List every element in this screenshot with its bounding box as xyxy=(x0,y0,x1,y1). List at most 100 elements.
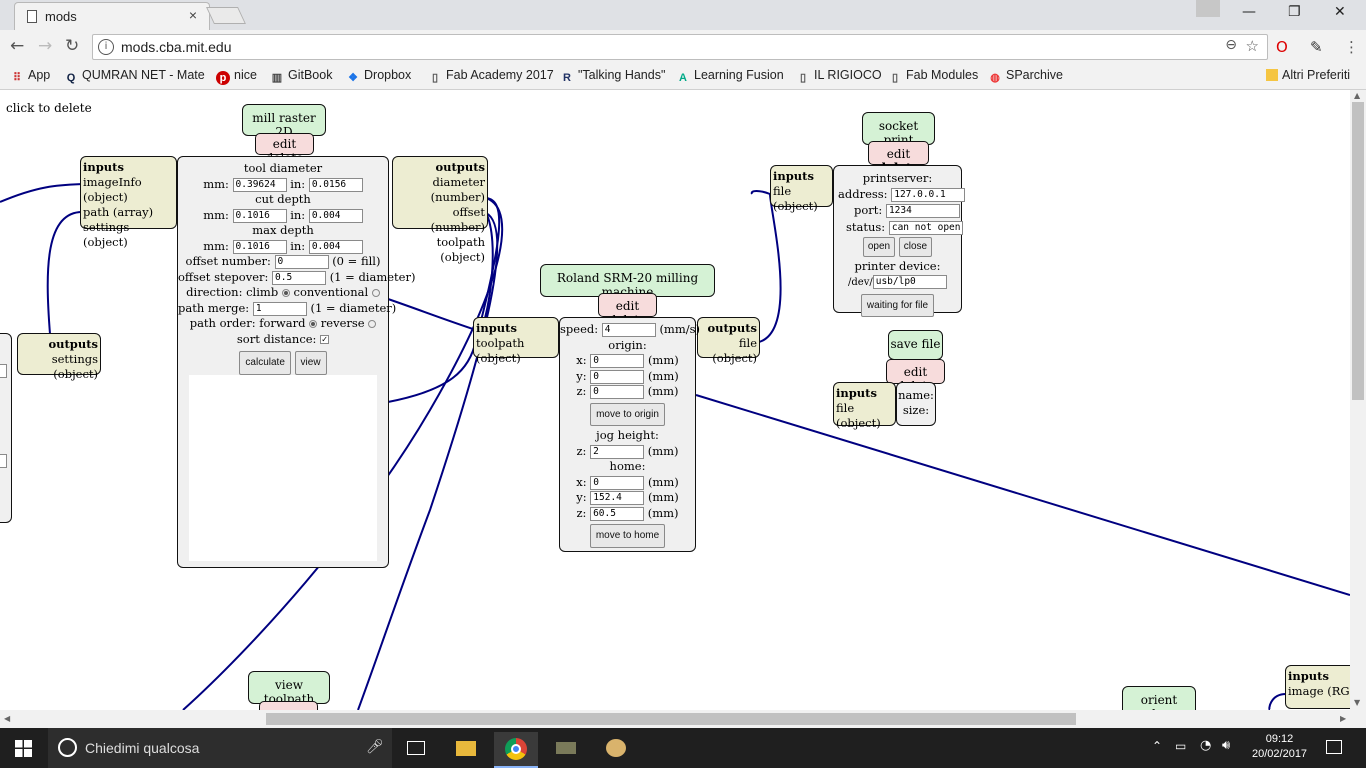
network-icon[interactable]: ▭ xyxy=(1175,739,1186,753)
port-input[interactable]: 1234 xyxy=(885,204,960,218)
speed-input[interactable]: 4 xyxy=(601,323,656,337)
tool-diameter-mm-input[interactable]: 0.39624 xyxy=(232,177,287,192)
edit-delete-button[interactable]: edit delete xyxy=(886,359,945,393)
close-button[interactable]: close xyxy=(898,237,933,257)
minimize-icon[interactable]: — xyxy=(1242,4,1256,20)
horizontal-scrollbar[interactable]: ◀ ▶ xyxy=(0,710,1366,728)
waiting-for-file-button[interactable]: waiting for file xyxy=(860,293,935,317)
edit-delete-button[interactable]: edit delete xyxy=(255,133,314,165)
partial-input[interactable] xyxy=(0,364,7,378)
bookmark-nice[interactable]: p nice xyxy=(216,68,257,85)
jog-height-z-input[interactable]: 2 xyxy=(590,444,645,459)
bookmark-other[interactable]: Altri Preferiti xyxy=(1266,68,1350,82)
mill-raster-2d-title[interactable]: mill raster 2D xyxy=(242,104,326,139)
path-merge-input[interactable]: 1 xyxy=(252,301,307,316)
conventional-radio[interactable] xyxy=(371,289,380,297)
output-port[interactable]: toolpath (object) xyxy=(437,235,485,264)
back-icon[interactable]: ← xyxy=(10,36,24,56)
cut-depth-mm-input[interactable]: 0.1016 xyxy=(232,208,287,223)
vertical-scrollbar[interactable]: ▲ ▼ xyxy=(1350,90,1366,710)
home-z-input[interactable]: 60.5 xyxy=(590,506,645,521)
open-button[interactable]: open xyxy=(862,237,896,257)
orient-edges-title[interactable]: orient edges xyxy=(1122,686,1196,710)
horizontal-scroll-thumb[interactable] xyxy=(266,713,1076,725)
volume-icon[interactable]: 🔊︎ xyxy=(1222,738,1230,753)
vertical-scroll-thumb[interactable] xyxy=(1352,102,1364,400)
new-tab-button[interactable] xyxy=(206,7,246,24)
input-port[interactable]: file (object) xyxy=(773,184,818,213)
microphone-icon[interactable]: 🎤︎ xyxy=(366,739,384,755)
bookmark-fab-academy[interactable]: ▯ Fab Academy 2017 xyxy=(428,68,554,85)
bookmark-qumran[interactable]: Q QUMRAN NET - Mate xyxy=(64,68,205,85)
bookmark-fab-modules[interactable]: ▯ Fab Modules xyxy=(888,68,978,85)
scroll-right-icon[interactable]: ▶ xyxy=(1340,714,1346,723)
origin-x-input[interactable]: 0 xyxy=(590,354,645,368)
bookmark-gitbook[interactable]: ▥ GitBook xyxy=(270,68,333,85)
edit-delete-button[interactable] xyxy=(259,701,318,710)
app-icon[interactable] xyxy=(544,732,588,768)
cut-depth-in-input[interactable]: 0.004 xyxy=(308,208,363,223)
zoom-icon[interactable]: ⊖ xyxy=(1225,37,1237,53)
info-icon[interactable]: i xyxy=(98,39,114,55)
save-file-title[interactable]: save file xyxy=(888,330,943,360)
climb-radio[interactable] xyxy=(281,289,290,297)
cortana-search-box[interactable]: Chiedimi qualcosa 🎤︎ xyxy=(48,728,392,768)
chrome-icon[interactable] xyxy=(494,732,538,768)
partial-input[interactable] xyxy=(0,454,7,468)
forward-radio[interactable] xyxy=(309,320,318,328)
task-view-icon[interactable] xyxy=(394,732,438,768)
home-y-input[interactable]: 152.4 xyxy=(590,491,645,505)
bookmark-sparchive[interactable]: ◍ SParchive xyxy=(988,68,1063,85)
reverse-radio[interactable] xyxy=(368,320,377,328)
input-port[interactable]: imageInfo (object) xyxy=(83,175,142,204)
close-window-icon[interactable]: ✕ xyxy=(1334,4,1346,20)
edit-delete-button[interactable]: edit delete xyxy=(598,293,657,327)
show-hidden-icons[interactable]: ⌃ xyxy=(1152,739,1162,753)
tab-close-icon[interactable]: × xyxy=(189,7,197,23)
profile-icon[interactable] xyxy=(1196,0,1220,17)
input-port[interactable]: toolpath (object) xyxy=(476,336,524,365)
home-x-input[interactable]: 0 xyxy=(590,475,645,490)
bookmark-learning-fusion[interactable]: A Learning Fusion xyxy=(676,68,784,85)
forward-icon[interactable]: → xyxy=(38,36,52,56)
input-port[interactable]: path (array) xyxy=(83,205,153,219)
bookmark-il-rigioco[interactable]: ▯ IL RIGIOCO xyxy=(796,68,882,85)
sort-distance-checkbox[interactable]: ✓ xyxy=(320,335,330,344)
evernote-extension-icon[interactable]: ✎ xyxy=(1310,38,1323,56)
bookmark-dropbox[interactable]: ❖ Dropbox xyxy=(346,68,411,85)
scroll-down-icon[interactable]: ▼ xyxy=(1354,698,1360,707)
calculate-button[interactable]: calculate xyxy=(239,351,291,375)
offset-number-input[interactable]: 0 xyxy=(274,255,329,269)
notifications-icon[interactable] xyxy=(1326,740,1342,754)
input-port[interactable]: settings (object) xyxy=(83,220,129,249)
mods-canvas[interactable]: click to delete outputs settings (object… xyxy=(0,90,1350,710)
paint-icon[interactable] xyxy=(594,732,638,768)
move-to-origin-button[interactable]: move to origin xyxy=(590,402,665,426)
scroll-left-icon[interactable]: ◀ xyxy=(4,714,10,723)
bookmark-app[interactable]: ⠿ App xyxy=(10,68,50,85)
system-clock[interactable]: 09:12 20/02/2017 xyxy=(1252,732,1307,762)
menu-icon[interactable]: ⋮ xyxy=(1344,38,1359,56)
address-bar[interactable]: i mods.cba.mit.edu ⊖ ☆ xyxy=(92,34,1268,60)
origin-z-input[interactable]: 0 xyxy=(590,385,645,399)
output-port[interactable]: diameter (number) xyxy=(431,175,485,204)
view-button[interactable]: view xyxy=(294,351,327,375)
restore-icon[interactable]: ❐ xyxy=(1288,4,1301,20)
bookmark-talking-hands[interactable]: R "Talking Hands" xyxy=(560,68,665,85)
reload-icon[interactable]: ↻ xyxy=(65,36,79,56)
edit-delete-button[interactable]: edit delete xyxy=(868,141,929,175)
bookmark-star-icon[interactable]: ☆ xyxy=(1246,37,1259,55)
output-port[interactable]: file (object) xyxy=(712,336,757,365)
opera-extension-icon[interactable]: O xyxy=(1276,38,1288,56)
output-port[interactable]: settings (object) xyxy=(52,352,98,381)
file-explorer-icon[interactable] xyxy=(444,732,488,768)
origin-y-input[interactable]: 0 xyxy=(590,369,645,384)
offset-stepover-input[interactable]: 0.5 xyxy=(272,270,327,285)
printer-device-input[interactable]: usb/lp0 xyxy=(872,275,947,289)
output-port[interactable]: offset (number) xyxy=(431,205,485,234)
max-depth-in-input[interactable]: 0.004 xyxy=(308,239,363,254)
address-input[interactable]: 127.0.0.1 xyxy=(891,187,966,202)
scroll-up-icon[interactable]: ▲ xyxy=(1354,91,1360,100)
input-port[interactable]: image (RGBA) xyxy=(1288,684,1350,698)
max-depth-mm-input[interactable]: 0.1016 xyxy=(232,239,287,254)
